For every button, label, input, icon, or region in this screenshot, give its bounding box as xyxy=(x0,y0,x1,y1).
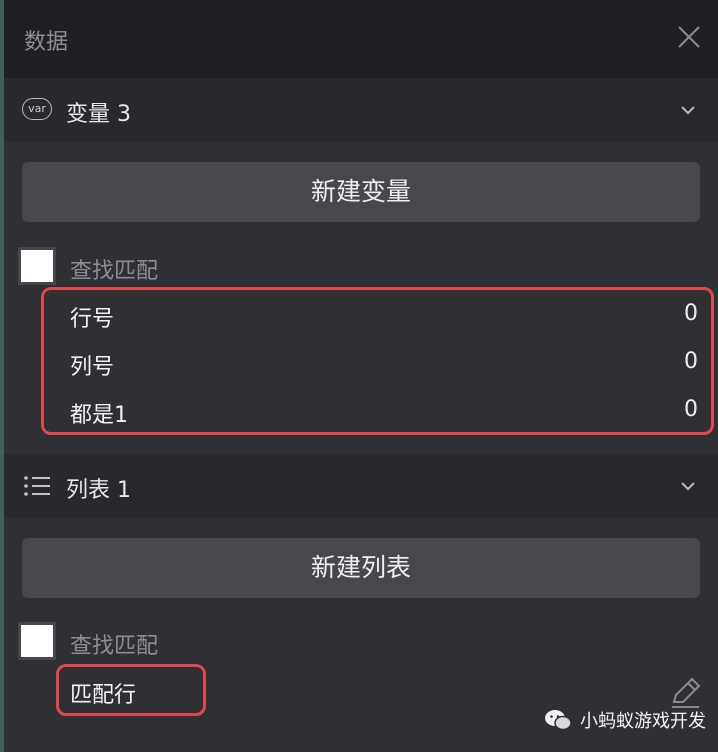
chevron-down-icon[interactable] xyxy=(678,476,698,496)
variables-find-match-checkbox[interactable] xyxy=(18,247,56,285)
variables-header-label: 变量 3 xyxy=(66,102,131,127)
variable-icon: var xyxy=(22,98,52,120)
variables-section-header[interactable]: var 变量 3 xyxy=(4,78,718,142)
new-list-button[interactable]: 新建列表 xyxy=(22,538,700,598)
panel-title: 数据 xyxy=(24,30,69,55)
data-panel: 数据 var 变量 3 新建变量 查找匹配 行号 0 列号 0 都是1 0 列表… xyxy=(4,0,718,752)
close-icon[interactable] xyxy=(674,22,704,52)
watermark-text: 小蚂蚁游戏开发 xyxy=(580,711,706,732)
variables-find-match-label: 查找匹配 xyxy=(70,259,159,284)
wechat-watermark: 小蚂蚁游戏开发 xyxy=(544,706,706,734)
lists-header-label: 列表 1 xyxy=(66,478,131,503)
panel-titlebar: 数据 xyxy=(4,0,718,78)
highlight-box-variables xyxy=(41,287,714,435)
new-variable-button[interactable]: 新建变量 xyxy=(22,162,700,222)
chevron-down-icon[interactable] xyxy=(678,100,698,120)
wechat-icon xyxy=(545,710,572,731)
lists-section-header[interactable]: 列表 1 xyxy=(4,454,718,518)
highlight-box-list xyxy=(56,664,206,716)
pencil-icon[interactable] xyxy=(668,676,702,710)
list-icon xyxy=(24,476,50,496)
lists-find-match-checkbox[interactable] xyxy=(18,622,56,660)
lists-find-match-label: 查找匹配 xyxy=(70,634,159,659)
